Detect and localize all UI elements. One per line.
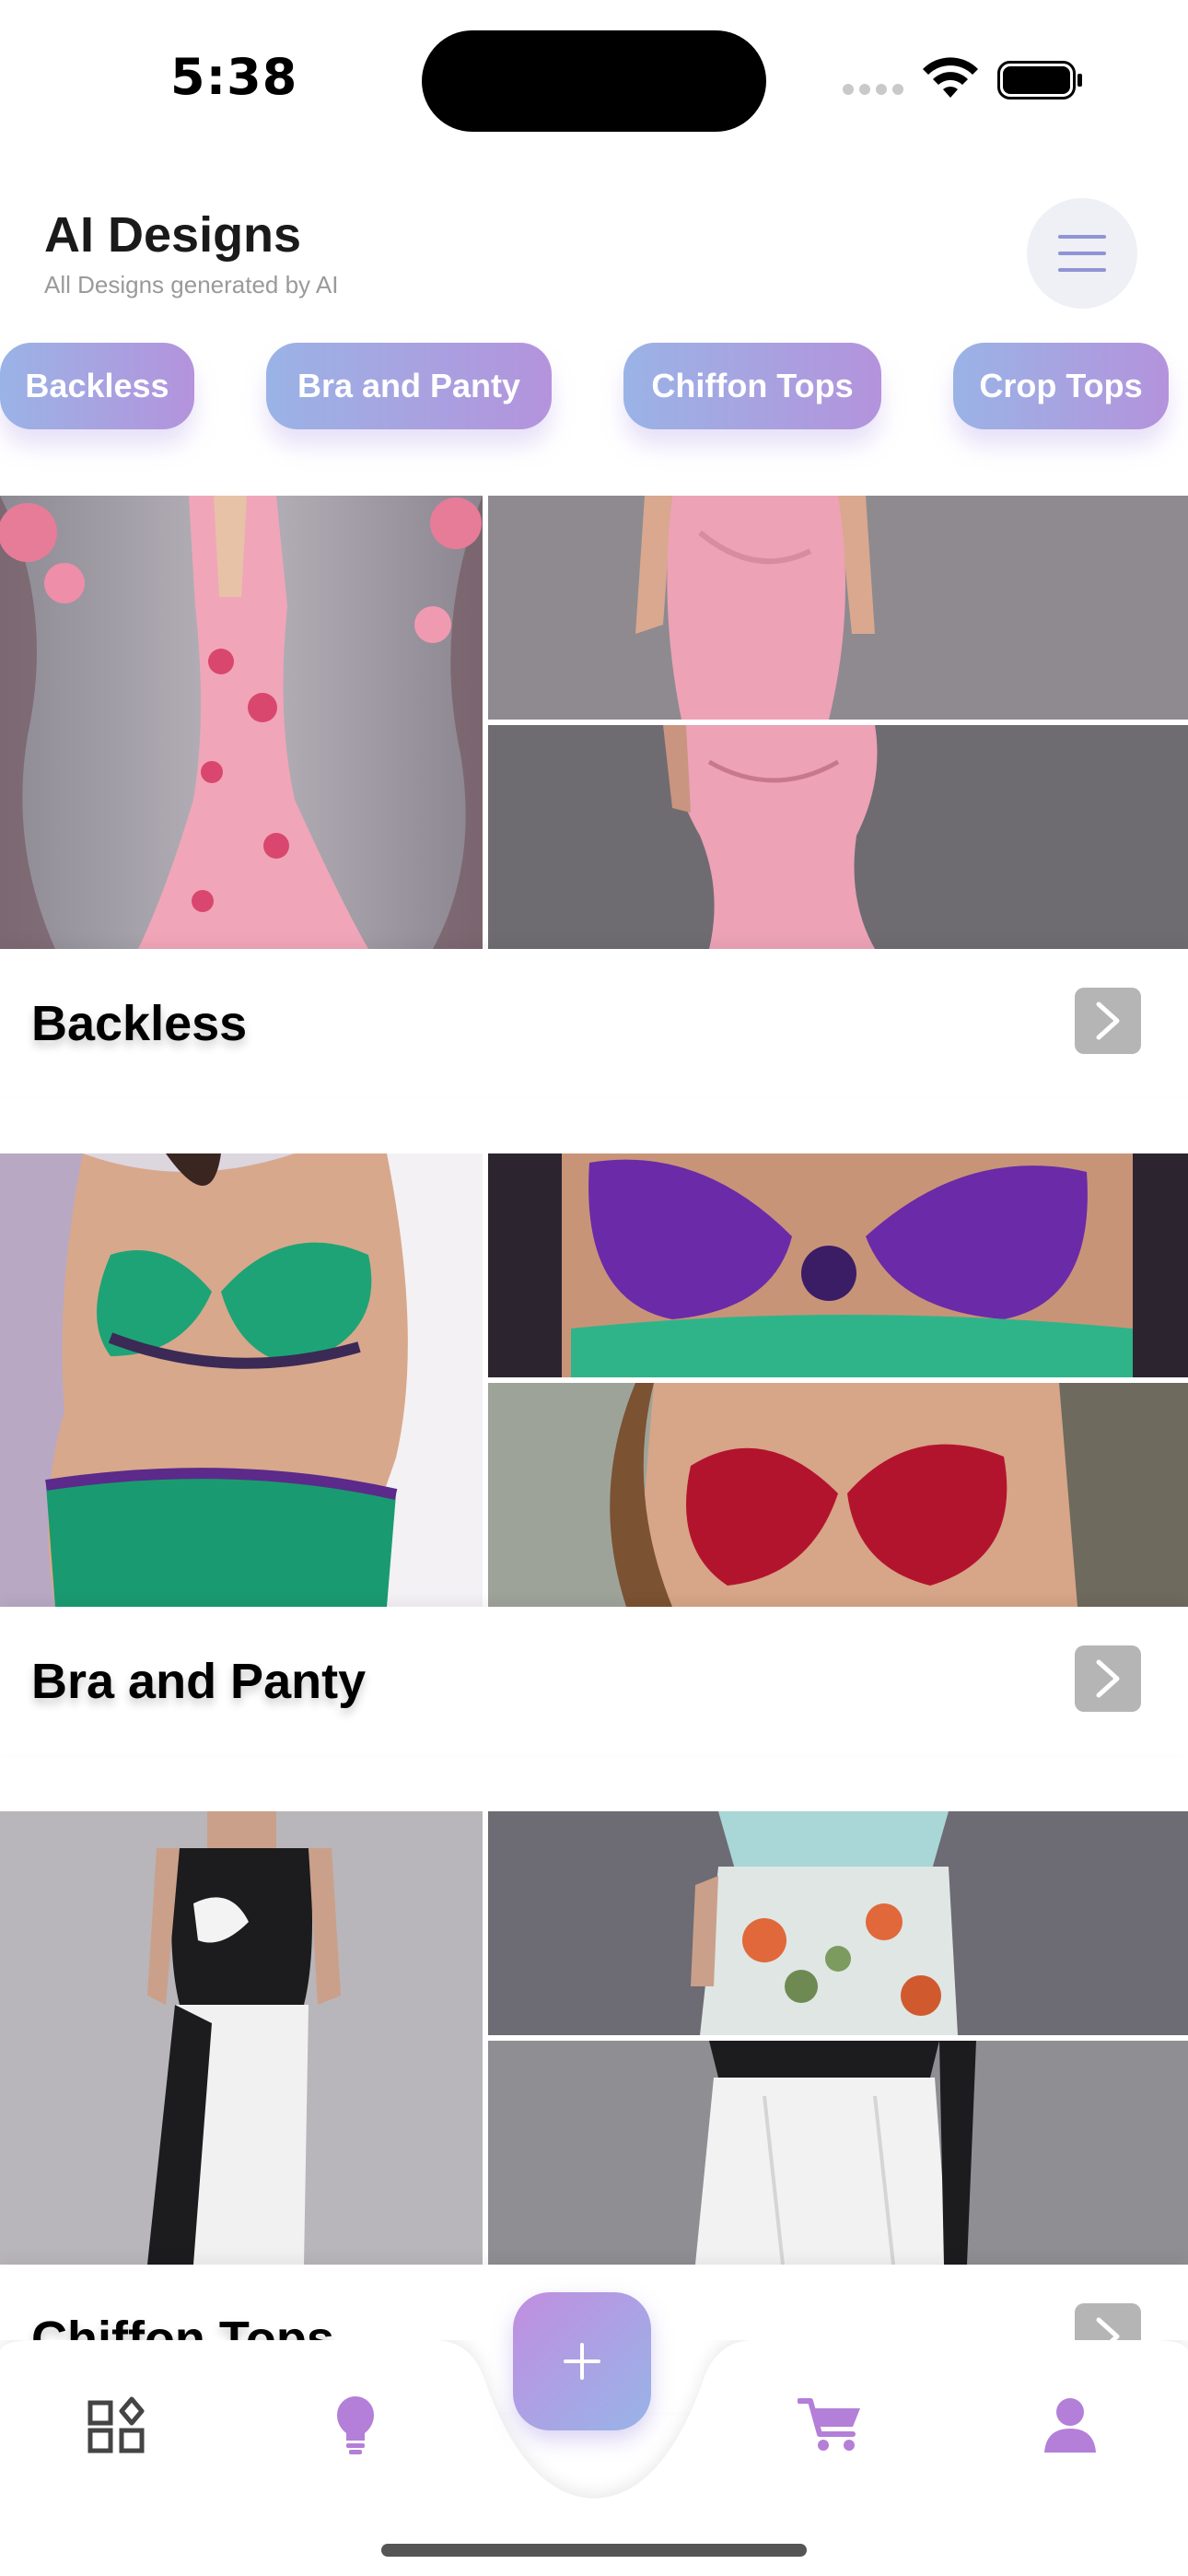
- chevron-right-icon: [1096, 1659, 1120, 1698]
- nav-profile[interactable]: [1033, 2388, 1107, 2462]
- section-title: Backless: [31, 996, 248, 1051]
- wifi-icon: [923, 57, 978, 98]
- hamburger-menu-icon: [1058, 235, 1106, 272]
- design-image[interactable]: [0, 1811, 483, 2265]
- section-arrow-button[interactable]: [1075, 988, 1141, 1054]
- status-bar: 5:38: [0, 0, 1188, 157]
- create-design-button[interactable]: [513, 2292, 651, 2430]
- design-image[interactable]: [0, 496, 483, 949]
- design-image[interactable]: [488, 1811, 1188, 2035]
- section-arrow-button[interactable]: [1075, 1645, 1141, 1712]
- battery-icon: [997, 61, 1082, 100]
- dynamic-island: [422, 30, 766, 132]
- nav-categories[interactable]: [79, 2388, 153, 2462]
- menu-button[interactable]: [1027, 198, 1137, 309]
- page-title: AI Designs: [44, 207, 302, 263]
- image-grid: [0, 496, 1188, 949]
- cart-icon: [798, 2398, 860, 2451]
- design-image[interactable]: [488, 1153, 1188, 1377]
- design-image[interactable]: [488, 2041, 1188, 2265]
- chip-backless[interactable]: Backless: [0, 343, 194, 429]
- chip-crop-tops[interactable]: Crop Tops: [953, 343, 1169, 429]
- design-image[interactable]: [0, 1153, 483, 1607]
- section-footer[interactable]: Backless: [0, 949, 1188, 1096]
- user-icon: [1044, 2398, 1096, 2453]
- home-indicator: [381, 2544, 807, 2557]
- nav-ideas[interactable]: [319, 2388, 392, 2462]
- chip-bra-and-panty[interactable]: Bra and Panty: [266, 343, 552, 429]
- image-grid: [0, 1153, 1188, 1607]
- chevron-right-icon: [1096, 1001, 1120, 1040]
- cellular-signal-icon: [843, 83, 909, 100]
- category-chips: Backless Bra and Panty Chiffon Tops Crop…: [0, 343, 1188, 453]
- section-title: Bra and Panty: [31, 1654, 367, 1709]
- header: AI Designs All Designs generated by AI: [0, 193, 1188, 313]
- section-backless[interactable]: Backless: [0, 496, 1188, 1096]
- image-grid: [0, 1811, 1188, 2265]
- nav-cart[interactable]: [794, 2388, 868, 2462]
- section-footer[interactable]: Bra and Panty: [0, 1607, 1188, 1754]
- lightbulb-icon: [337, 2396, 374, 2454]
- chip-chiffon-tops[interactable]: Chiffon Tops: [623, 343, 881, 429]
- design-image[interactable]: [488, 1383, 1188, 1607]
- design-image[interactable]: [488, 725, 1188, 949]
- plus-icon: [564, 2343, 600, 2380]
- design-image[interactable]: [488, 496, 1188, 720]
- page-subtitle: All Designs generated by AI: [44, 271, 339, 299]
- status-time: 5:38: [170, 48, 298, 106]
- categories-icon: [87, 2396, 145, 2453]
- bottom-navigation: [0, 2292, 1188, 2576]
- section-bra-and-panty[interactable]: Bra and Panty: [0, 1153, 1188, 1754]
